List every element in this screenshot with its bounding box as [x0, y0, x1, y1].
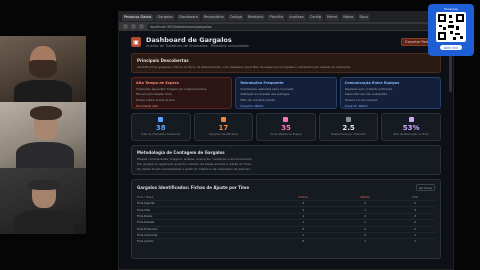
principal-title: Principais Descobertas — [137, 58, 189, 63]
tab-12[interactable]: Docs — [357, 13, 371, 21]
principal-text: Identificamos gargalos críticos no fluxo… — [137, 65, 352, 69]
qr-widget: Escaneie Abrir link — [428, 4, 474, 56]
finding-line: Tempo médio acima do SLA — [136, 97, 175, 102]
page-header: ▣ Dashboard de Gargalos Análise de Trata… — [131, 31, 441, 53]
qr-label: Escaneie — [444, 7, 458, 11]
methodology-box: Metodologia de Contagem de Gargalos Etap… — [131, 145, 441, 175]
tab-7[interactable]: Planilha — [267, 13, 286, 21]
browser-window: Pesquisa Dados Gargalos Dashboard Reposi… — [118, 11, 454, 270]
finding-line: Fila sem priorização clara — [136, 92, 172, 96]
tab-10[interactable]: Painel — [324, 13, 340, 21]
finding-line: Atrasos em aprovações — [344, 97, 378, 102]
stat-card-resolucao: 53% Taxa de Resolução no Prazo — [381, 113, 441, 141]
page-title: Dashboard de Gargalos — [146, 36, 232, 44]
view-all-button[interactable]: Ver todos — [415, 184, 435, 191]
stat-label: Gargalos Identificados — [208, 133, 238, 136]
finding-line: Chamados aguardam triagem por longos per… — [136, 86, 207, 91]
stat-card-gargalos: 17 Gargalos Identificados — [193, 113, 254, 141]
table-cell: 1 — [395, 238, 435, 245]
table-cell: 0 — [271, 238, 336, 245]
tab-bar: Pesquisa Dados Gargalos Dashboard Reposi… — [119, 12, 453, 22]
page-subtitle: Análise de Tratativas de Chamados - Rela… — [146, 44, 249, 48]
finding-title: Comunicação Entre Equipes — [344, 81, 400, 85]
tab-3[interactable]: Dashboard — [177, 13, 201, 21]
webcam-participant-2 — [0, 102, 86, 168]
reload-icon[interactable] — [139, 24, 144, 29]
webcam-participant-3 — [0, 168, 86, 234]
dashboard-page: ▣ Dashboard de Gargalos Análise de Trata… — [119, 31, 453, 269]
finding-line: Falta de checklist padrão — [240, 97, 276, 102]
table-title: Gargalos Identificados: Fichas de Ajuste… — [137, 185, 250, 190]
back-icon[interactable] — [123, 24, 128, 29]
stat-card-total: 38 Total de Chamados Analisados — [131, 113, 191, 141]
finding-line: Dependências não sinalizadas — [344, 92, 387, 96]
stat-label: Total de Chamados Analisados — [141, 133, 181, 136]
finding-card-2: Retrabalho Frequente Solicitações reaber… — [235, 77, 337, 109]
stat-value: 2.5 — [342, 124, 355, 132]
tab-2[interactable]: Gargalos — [155, 13, 176, 21]
methodology-title: Metodologia de Contagem de Gargalos — [137, 150, 225, 155]
principal-findings-box: Principais Descobertas Identificamos gar… — [131, 53, 441, 73]
clock-icon — [283, 117, 289, 122]
stats-row: 38 Total de Chamados Analisados 17 Garga… — [131, 113, 441, 141]
dashboard-logo-icon: ▣ — [131, 37, 141, 47]
table-cell: 1 — [335, 238, 396, 245]
finding-title: Retrabalho Frequente — [240, 81, 284, 85]
finding-title: Alto Tempo de Espera — [136, 81, 179, 85]
stat-value: 53% — [402, 124, 420, 132]
tab-11[interactable]: Notas — [341, 13, 356, 21]
finding-priority: Impacto: Médio — [240, 103, 264, 108]
stat-label: Horas Médias de Espera — [270, 133, 302, 136]
tab-1[interactable]: Pesquisa Dados — [122, 13, 154, 21]
stat-value: 35 — [281, 124, 291, 132]
tab-8[interactable]: Analises — [287, 13, 306, 21]
target-icon — [408, 117, 414, 122]
finding-card-3: Comunicação Entre Equipes Repasses sem c… — [339, 77, 441, 109]
findings-columns: Alto Tempo de Espera Chamados aguardam t… — [131, 77, 441, 109]
tab-6[interactable]: Relatório — [245, 13, 266, 21]
chart-icon — [158, 117, 164, 122]
forward-icon[interactable] — [131, 24, 136, 29]
refresh-icon — [346, 117, 352, 122]
finding-priority: Prioridade Alta — [136, 103, 159, 108]
webcam-participant-1 — [0, 36, 86, 102]
table-row[interactable]: Time Jurídico 0 1 1 — [137, 238, 435, 245]
finding-priority: Impacto: Médio — [344, 103, 368, 108]
finding-line: Validação incompleta das entregas — [240, 92, 290, 96]
stat-value: 17 — [218, 124, 229, 132]
stat-label: Taxa de Resolução no Prazo — [393, 133, 430, 136]
screen: Pesquisa Dados Gargalos Dashboard Reposi… — [0, 0, 480, 270]
stat-label: Reaberturas por Chamado — [331, 133, 366, 136]
stat-card-espera: 35 Horas Médias de Espera — [256, 113, 316, 141]
stat-card-reaberturas: 2.5 Reaberturas por Chamado — [318, 113, 379, 141]
gargalos-table-box: Gargalos Identificados: Fichas de Ajuste… — [131, 179, 441, 259]
qr-open-button[interactable]: Abrir link — [440, 45, 462, 50]
warning-icon — [220, 117, 226, 122]
gargalos-table: Time / Etapa Críticos Médios Total Time … — [137, 195, 435, 245]
finding-line: Solicitações reabertas após conclusão — [240, 86, 294, 91]
address-bar: localhost:3000/dashboard/gargalos — [119, 22, 453, 31]
finding-line: Repasses sem contexto suficiente — [344, 86, 393, 91]
methodology-line: Os dados foram consolidados a partir do … — [137, 167, 251, 171]
qr-code-icon[interactable] — [436, 12, 466, 42]
table-cell: Time Jurídico — [137, 238, 272, 245]
url-input[interactable]: localhost:3000/dashboard/gargalos — [147, 23, 449, 30]
tab-9[interactable]: Config — [307, 13, 323, 21]
finding-card-1: Alto Tempo de Espera Chamados aguardam t… — [131, 77, 233, 109]
tab-5[interactable]: Codigo — [227, 13, 244, 21]
tab-4[interactable]: Repositório — [202, 13, 226, 21]
methodology-line: Um gargalo é registrado quando o tempo d… — [137, 162, 253, 166]
methodology-line: Etapas consideradas: triagem, análise, e… — [137, 157, 253, 161]
stat-value: 38 — [155, 124, 166, 132]
